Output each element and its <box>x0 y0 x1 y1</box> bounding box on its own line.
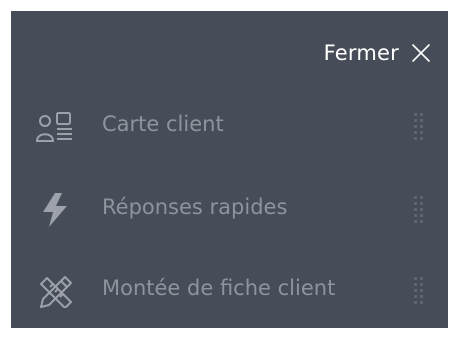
menu-item-label: Montée de fiche client <box>102 276 336 300</box>
menu-item-carte-client[interactable]: Carte client <box>11 99 448 155</box>
drag-handle-icon[interactable] <box>413 277 425 307</box>
drag-handle-icon[interactable] <box>413 196 425 226</box>
drag-handle-icon[interactable] <box>413 113 425 143</box>
menu-item-label: Carte client <box>102 112 224 136</box>
menu-item-label: Réponses rapides <box>102 195 288 219</box>
close-button[interactable]: Fermer <box>324 39 431 67</box>
customer-card-icon <box>35 110 75 144</box>
pencil-ruler-icon <box>35 274 75 308</box>
close-label: Fermer <box>323 41 399 65</box>
menu-item-montee-fiche-client[interactable]: Montée de fiche client <box>11 263 448 319</box>
close-icon[interactable] <box>411 43 431 63</box>
lightning-bolt-icon <box>35 193 75 227</box>
menu-item-reponses-rapides[interactable]: Réponses rapides <box>11 182 448 238</box>
side-panel: Fermer Carte client Réponses rapides Mon… <box>11 11 448 328</box>
